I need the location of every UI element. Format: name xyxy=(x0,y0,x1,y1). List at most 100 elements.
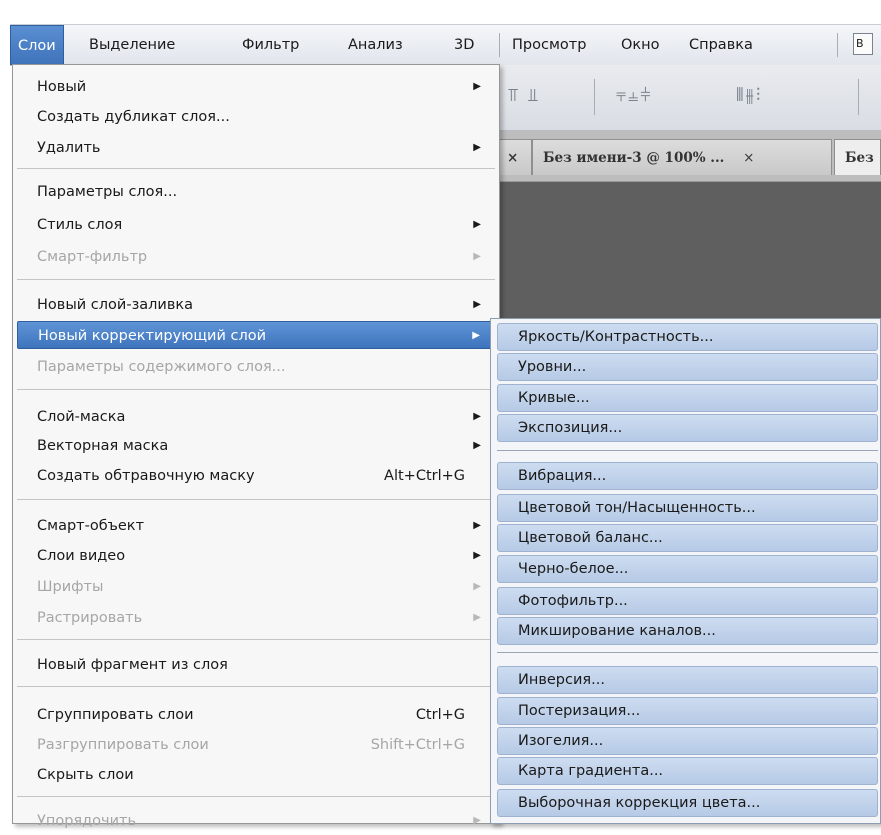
triangle-right-icon: ▶ xyxy=(472,330,480,341)
submenu-item-vibrance[interactable]: Вибрация... xyxy=(497,462,878,490)
menu-item-label: Параметры содержимого слоя... xyxy=(37,359,286,375)
submenu-item-levels[interactable]: Уровни... xyxy=(497,353,878,381)
menu-item-shortcut: Alt+Ctrl+G xyxy=(384,468,465,484)
menu-item-new-adjustment-layer[interactable]: Новый корректирующий слой ▶ xyxy=(17,321,495,349)
menu-item-shortcut: Ctrl+G xyxy=(415,707,465,723)
menu-item-label: Растрировать xyxy=(37,610,143,626)
tab-document-active[interactable]: Без xyxy=(834,139,881,175)
submenu-item-hue-saturation[interactable]: Цветовой тон/Насыщенность... xyxy=(497,494,878,522)
menu-3d[interactable]: 3D xyxy=(447,25,481,65)
menu-filter[interactable]: Фильтр xyxy=(235,25,306,65)
align-vertical-icon[interactable]: ⫧⫨⫩ xyxy=(616,85,653,106)
menu-help[interactable]: Справка xyxy=(682,25,760,65)
menu-item-new-slice-from-layer[interactable]: Новый фрагмент из слоя xyxy=(17,651,495,679)
menu-item-label: Создать обтравочную маску xyxy=(37,468,255,484)
menu-item-label: Новый xyxy=(37,79,87,95)
menu-item-group-layers[interactable]: Сгруппировать слои Ctrl+G xyxy=(17,701,495,729)
menu-separator xyxy=(17,639,495,640)
menu-item-create-clipping-mask[interactable]: Создать обтравочную маску Alt+Ctrl+G xyxy=(17,462,495,490)
menu-item-label: Шрифты xyxy=(37,579,104,595)
menu-view[interactable]: Просмотр xyxy=(505,25,593,65)
submenu-item-exposure[interactable]: Экспозиция... xyxy=(497,414,878,442)
triangle-right-icon: ▶ xyxy=(473,251,481,262)
triangle-right-icon: ▶ xyxy=(473,520,481,531)
tab-label: Без имени-3 @ 100% ... xyxy=(543,150,725,166)
menu-separator xyxy=(17,686,495,687)
menu-item-duplicate-layer[interactable]: Создать дубликат слоя... xyxy=(17,103,495,131)
tab-document[interactable]: Без имени-3 @ 100% ... × xyxy=(532,139,832,175)
submenu-item-channel-mixer[interactable]: Микширование каналов... xyxy=(497,617,878,645)
menu-item-shortcut: Shift+Ctrl+G xyxy=(370,737,465,753)
menu-item-arrange[interactable]: Упорядочить ▶ xyxy=(17,807,495,835)
menu-item-new-fill-layer[interactable]: Новый слой-заливка ▶ xyxy=(17,291,495,319)
submenu-item-posterize[interactable]: Постеризация... xyxy=(497,697,878,725)
distribute-icon[interactable]: ⫴⫵⫶ xyxy=(736,85,762,106)
menu-item-label: Векторная маска xyxy=(37,438,169,454)
layer-menu-dropdown: Новый ▶ Создать дубликат слоя... Удалить… xyxy=(12,64,500,829)
menu-separator xyxy=(17,279,495,280)
submenu-item-color-balance[interactable]: Цветовой баланс... xyxy=(497,524,878,552)
triangle-right-icon: ▶ xyxy=(473,299,481,310)
submenu-item-invert[interactable]: Инверсия... xyxy=(497,666,878,694)
menu-window[interactable]: Окно xyxy=(614,25,667,65)
bridge-button[interactable]: В xyxy=(853,33,873,55)
submenu-item-black-white[interactable]: Черно-белое... xyxy=(497,555,878,583)
menu-separator xyxy=(17,168,495,169)
submenu-separator xyxy=(497,450,878,451)
menu-item-label: Стиль слоя xyxy=(37,217,123,233)
menu-item-label: Упорядочить xyxy=(37,813,136,829)
menu-separator xyxy=(17,389,495,390)
submenu-item-curves[interactable]: Кривые... xyxy=(497,384,878,412)
triangle-right-icon: ▶ xyxy=(473,612,481,623)
menu-item-label: Смарт-объект xyxy=(37,518,145,534)
menu-item-hide-layers[interactable]: Скрыть слои xyxy=(17,761,495,789)
menu-item-label: Сгруппировать слои xyxy=(37,707,194,723)
menu-item-smart-object[interactable]: Смарт-объект ▶ xyxy=(17,512,495,540)
menu-item-rasterize[interactable]: Растрировать ▶ xyxy=(17,604,495,632)
menu-item-label: Создать дубликат слоя... xyxy=(37,109,230,125)
triangle-right-icon: ▶ xyxy=(473,815,481,826)
menu-item-label: Новый корректирующий слой xyxy=(38,328,267,344)
menu-item-label: Параметры слоя... xyxy=(37,184,178,200)
menu-item-label: Удалить xyxy=(37,140,101,156)
triangle-right-icon: ▶ xyxy=(473,219,481,230)
submenu-item-selective-color[interactable]: Выборочная коррекция цвета... xyxy=(497,789,878,817)
submenu-item-brightness-contrast[interactable]: Яркость/Контрастность... xyxy=(497,323,878,351)
menu-separator xyxy=(17,796,495,797)
menu-item-label: Новый фрагмент из слоя xyxy=(37,657,228,673)
menu-layers[interactable]: Слои xyxy=(10,25,64,65)
triangle-right-icon: ▶ xyxy=(473,581,481,592)
menu-item-label: Слой-маска xyxy=(37,409,126,425)
menu-item-label: Разгруппировать слои xyxy=(37,737,209,753)
menu-item-ungroup-layers[interactable]: Разгруппировать слои Shift+Ctrl+G xyxy=(17,731,495,759)
menu-item-delete[interactable]: Удалить ▶ xyxy=(17,134,495,162)
menu-item-label: Скрыть слои xyxy=(37,767,134,783)
menu-item-new[interactable]: Новый ▶ xyxy=(17,73,495,101)
menu-item-smart-filter[interactable]: Смарт-фильтр ▶ xyxy=(17,243,495,271)
menu-separator xyxy=(837,33,838,57)
menu-item-type[interactable]: Шрифты ▶ xyxy=(17,573,495,601)
menu-analysis[interactable]: Анализ xyxy=(341,25,410,65)
menu-item-video-layers[interactable]: Слои видео ▶ xyxy=(17,542,495,570)
tab-previous-close[interactable]: × xyxy=(498,139,532,175)
adjustment-layer-submenu: Яркость/Контрастность... Уровни... Кривы… xyxy=(490,318,881,824)
menu-item-layer-properties[interactable]: Параметры слоя... xyxy=(17,178,495,206)
menu-item-vector-mask[interactable]: Векторная маска ▶ xyxy=(17,432,495,460)
submenu-item-threshold[interactable]: Изогелия... xyxy=(497,727,878,755)
submenu-item-gradient-map[interactable]: Карта градиента... xyxy=(497,757,878,785)
menu-item-layer-style[interactable]: Стиль слоя ▶ xyxy=(17,211,495,239)
toolbar-separator xyxy=(858,79,859,115)
menu-item-layer-mask[interactable]: Слой-маска ▶ xyxy=(17,403,495,431)
menu-item-label: Новый слой-заливка xyxy=(37,297,194,313)
menu-separator xyxy=(17,499,495,500)
document-tabs: × Без имени-3 @ 100% ... × Без xyxy=(498,131,881,182)
menu-select[interactable]: Выделение xyxy=(82,25,182,65)
triangle-right-icon: ▶ xyxy=(473,411,481,422)
submenu-item-photo-filter[interactable]: Фотофильтр... xyxy=(497,587,878,615)
menu-item-label: Слои видео xyxy=(37,548,126,564)
menu-item-layer-content-options[interactable]: Параметры содержимого слоя... xyxy=(17,353,495,381)
close-icon[interactable]: × xyxy=(743,150,754,166)
toolbar-separator xyxy=(594,79,595,115)
align-icon[interactable]: ⫪ ⫫ xyxy=(508,85,540,106)
triangle-right-icon: ▶ xyxy=(473,440,481,451)
